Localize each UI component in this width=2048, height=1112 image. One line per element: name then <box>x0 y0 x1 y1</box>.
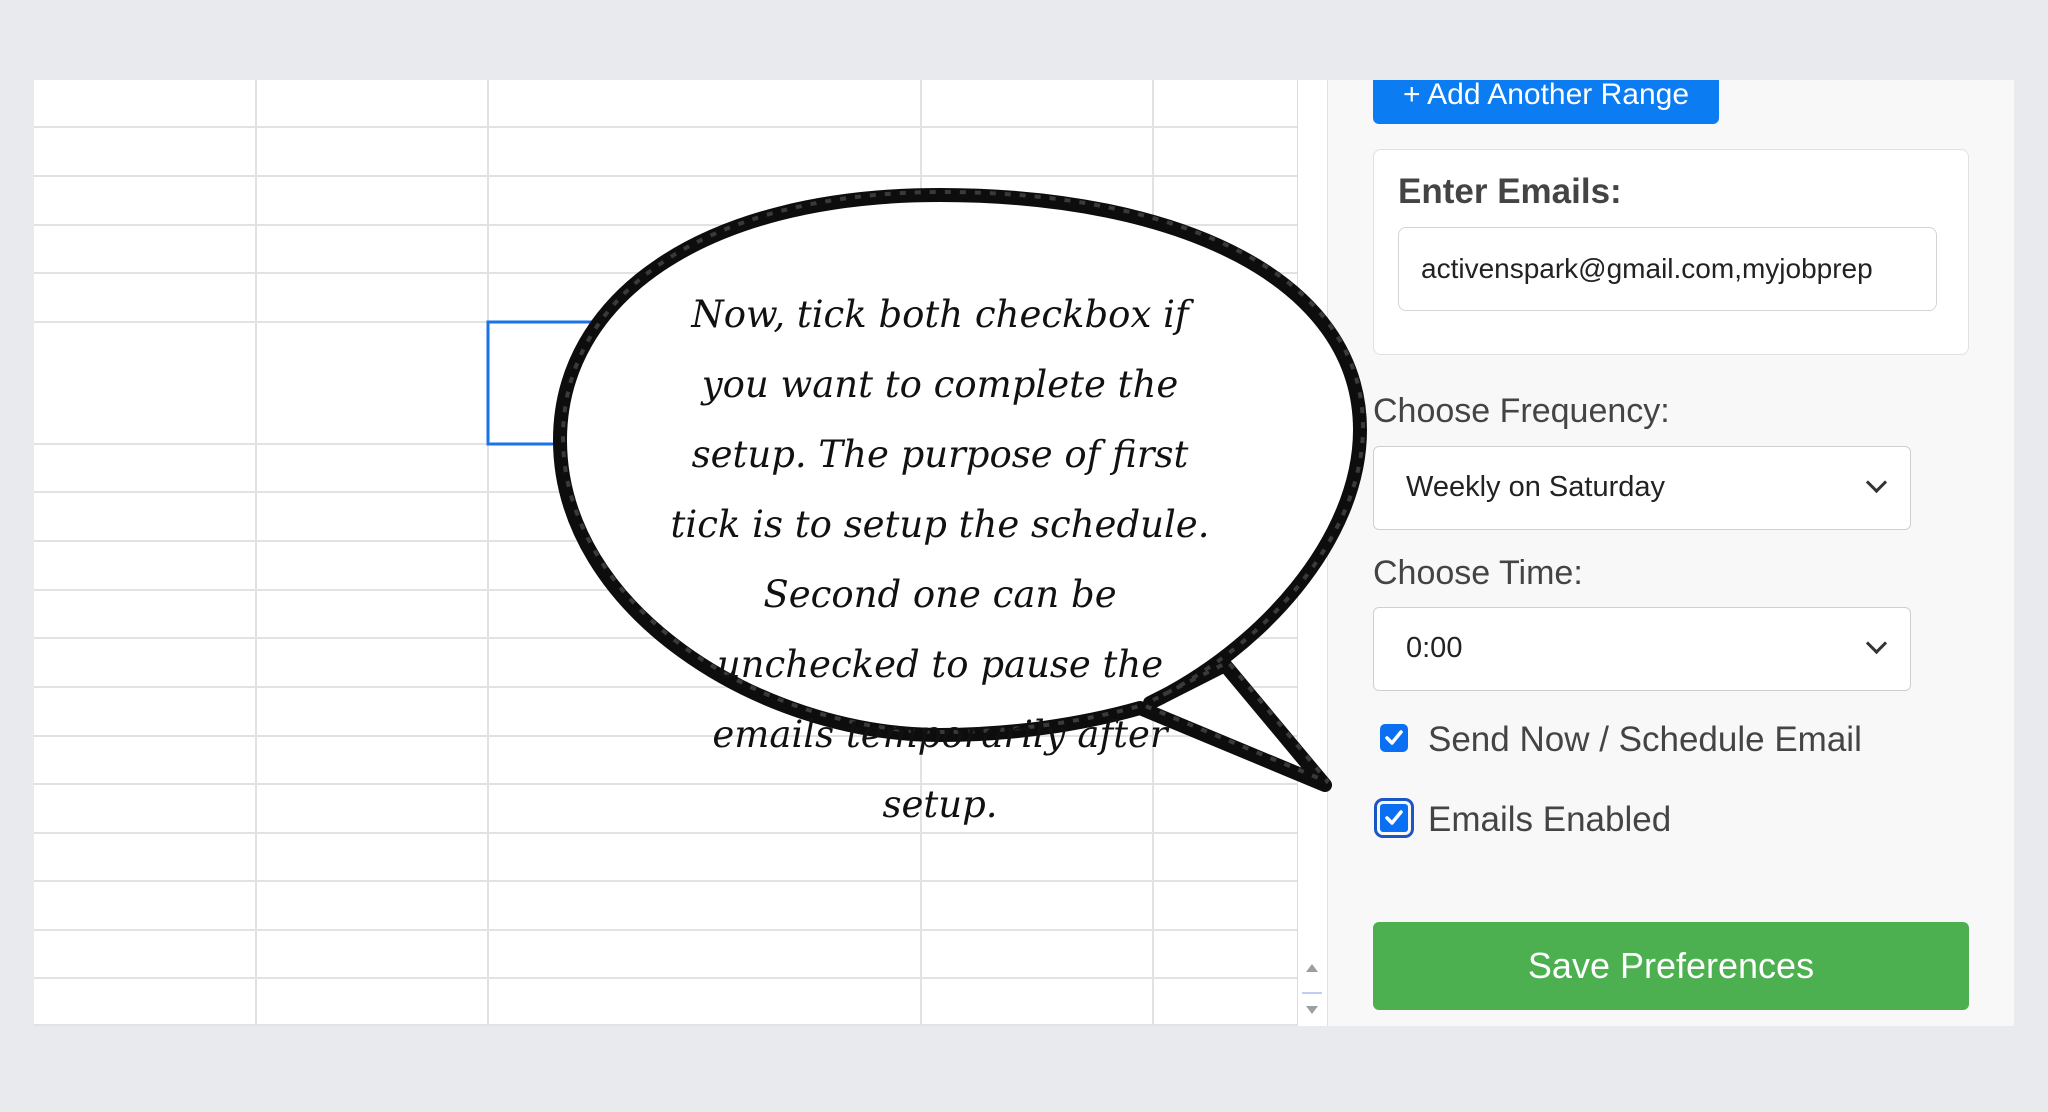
email-settings-panel: + Add Another Range Enter Emails: Choose… <box>1327 80 2014 1026</box>
scroll-down-icon[interactable] <box>1306 1006 1318 1014</box>
scroll-up-icon[interactable] <box>1306 964 1318 972</box>
emails-enabled-checkbox[interactable] <box>1374 798 1414 838</box>
save-preferences-button[interactable]: Save Preferences <box>1373 922 1969 1010</box>
chevron-down-icon <box>1865 632 1888 655</box>
email-label: Enter Emails: <box>1398 172 1622 211</box>
frequency-value: Weekly on Saturday <box>1406 471 1665 503</box>
vertical-scrollbar[interactable] <box>1297 80 1328 1026</box>
checkmark-icon <box>1385 730 1403 745</box>
selected-cell <box>486 320 923 446</box>
app-frame: + Add Another Range Enter Emails: Choose… <box>34 80 2014 1026</box>
email-card: Enter Emails: <box>1373 149 1969 355</box>
send-now-label: Send Now / Schedule Email <box>1428 720 1862 759</box>
spreadsheet-grid[interactable] <box>34 80 1297 1026</box>
checkmark-icon <box>1385 810 1403 825</box>
emails-enabled-label: Emails Enabled <box>1428 800 1672 839</box>
add-range-button[interactable]: + Add Another Range <box>1373 80 1719 124</box>
time-select[interactable]: 0:00 <box>1373 607 1911 691</box>
time-value: 0:00 <box>1406 632 1463 664</box>
time-label: Choose Time: <box>1373 554 1583 592</box>
scroll-position-marker <box>1302 992 1322 994</box>
chevron-down-icon <box>1865 471 1888 494</box>
grid-lines <box>34 80 1297 1026</box>
email-field[interactable] <box>1398 227 1937 311</box>
frequency-label: Choose Frequency: <box>1373 392 1670 430</box>
frequency-select[interactable]: Weekly on Saturday <box>1373 446 1911 530</box>
send-now-checkbox[interactable] <box>1380 724 1408 752</box>
